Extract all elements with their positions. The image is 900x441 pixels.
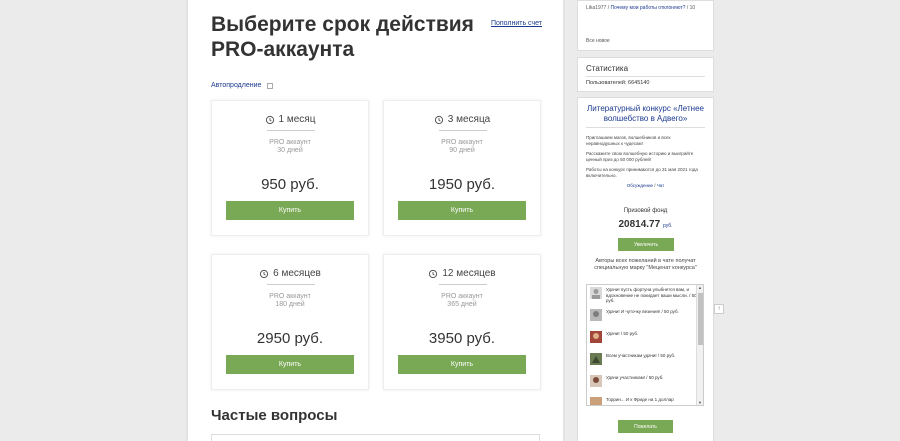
plan-header: 1 месяц: [212, 114, 368, 125]
contest-links: Обсуждение / Чат: [586, 183, 705, 189]
faq-box: [211, 434, 540, 441]
plan-card-6-months: 6 месяцев PRO аккаунт 180 дней 2950 руб. …: [211, 254, 369, 390]
prize-value-row: 20814.77 руб.: [578, 219, 713, 230]
plan-header: 3 месяца: [384, 114, 540, 125]
all-news-link[interactable]: Все новое: [586, 38, 610, 44]
plan-price: 2950 руб.: [256, 330, 324, 347]
scroll-down-icon[interactable]: ▼: [698, 400, 702, 405]
buy-button[interactable]: Купить: [226, 201, 354, 220]
list-item: Торрин... И к Фриде на 1 доллар: [587, 395, 703, 405]
plan-price: 3950 руб.: [428, 330, 496, 347]
separator: /: [654, 183, 656, 188]
sidebar-stats: Статистика Пользователей: 6645140: [577, 57, 714, 92]
plan-subtitle: PRO аккаунт 180 дней: [269, 293, 311, 308]
wish-text: Удачи! пусть фортуна улыбнется вам, и вд…: [606, 287, 697, 303]
sidebar-contest: Литературный конкурс «Летнее волшебство …: [577, 97, 714, 441]
list-item: Удачи! пусть фортуна улыбнется вам, и вд…: [587, 285, 703, 307]
avatar: [590, 397, 602, 405]
plan-duration: 1 месяц: [278, 114, 316, 125]
contest-text-2: Расскажите свою волшебную историю и выиг…: [586, 151, 694, 162]
chat-link[interactable]: Чат: [657, 183, 664, 188]
history-icon: [260, 269, 269, 278]
topup-link[interactable]: Пополнить счет: [491, 20, 542, 27]
separator: /: [686, 5, 689, 11]
plan-price: 950 руб.: [261, 176, 319, 193]
list-item: Удачи участникам! / 50 руб.: [587, 373, 703, 395]
avatar: [590, 309, 602, 321]
divider: [586, 76, 705, 77]
plan-card-12-months: 12 месяцев PRO аккаунт 365 дней 3950 руб.…: [383, 254, 541, 390]
autorenew-checkbox[interactable]: [267, 82, 274, 89]
sidebar-news: Lika1977 / Почему мои работы отклоняют? …: [577, 0, 714, 51]
news-item: Lika1977 / Почему мои работы отклоняют? …: [586, 5, 706, 11]
scroll-to-top-icon[interactable]: ↑: [714, 304, 724, 314]
scrollbar[interactable]: ▲ ▼: [696, 285, 703, 405]
news-link[interactable]: Почему мои работы отклоняют?: [610, 5, 685, 11]
main-content: Выберите срок действия PRO-аккаунта Попо…: [188, 0, 563, 441]
wish-button[interactable]: Пожелать: [618, 420, 673, 433]
divider: [267, 130, 315, 131]
plan-duration: 6 месяцев: [273, 268, 321, 279]
authors-note: Авторы всех пожеланий в чате получат спе…: [594, 258, 697, 271]
news-count: 10: [689, 5, 696, 11]
list-item: Удачи! / 50 руб.: [587, 329, 703, 351]
faq-title: Частые вопросы: [211, 407, 338, 424]
news-author: Lika1977: [586, 5, 607, 11]
buy-button[interactable]: Купить: [226, 355, 354, 374]
plan-price: 1950 руб.: [428, 176, 496, 193]
prize-currency: руб.: [662, 223, 673, 229]
plan-subtitle: PRO аккаунт 90 дней: [441, 139, 483, 154]
divider: [439, 284, 487, 285]
wish-text: Торрин... И к Фриде на 1 доллар: [606, 397, 674, 402]
plan-subtitle: PRO аккаунт 30 дней: [269, 139, 311, 154]
autorenew-label: Автопродление: [211, 82, 262, 89]
avatar: [590, 375, 602, 387]
wish-list[interactable]: Удачи! пусть фортуна улыбнется вам, и вд…: [586, 284, 704, 406]
list-item: Всем участникам удачи! / 50 руб.: [587, 351, 703, 373]
stats-title: Статистика: [586, 64, 629, 73]
wish-text: Удачи! И чуточку везения! / 50 руб.: [606, 309, 679, 314]
plan-card-3-months: 3 месяца PRO аккаунт 90 дней 1950 руб. Ку…: [383, 100, 541, 236]
prize-value: 20814.77: [618, 219, 661, 230]
increase-button[interactable]: Увеличить: [618, 238, 674, 251]
avatar: [590, 287, 602, 299]
autorenew-toggle[interactable]: Автопродление: [211, 82, 274, 89]
history-icon: [429, 269, 438, 278]
avatar: [590, 331, 602, 343]
contest-title: Литературный конкурс «Летнее волшебство …: [587, 104, 704, 123]
wish-text: Всем участникам удачи! / 50 руб.: [606, 353, 676, 358]
divider: [586, 127, 705, 128]
separator: /: [607, 5, 610, 11]
plan-duration: 3 месяца: [447, 114, 491, 125]
contest-text-1: Приглашаем магов, волшебников и всех нер…: [586, 135, 671, 146]
contest-text-3: Работы на конкурс принимаются до 31 мая …: [586, 167, 698, 178]
avatar: [590, 353, 602, 365]
list-item: Удачи! И чуточку везения! / 50 руб.: [587, 307, 703, 329]
page-title: Выберите срок действия PRO-аккаунта: [211, 13, 474, 61]
plan-header: 6 месяцев: [212, 268, 368, 279]
plan-subtitle: PRO аккаунт 365 дней: [441, 293, 483, 308]
buy-button[interactable]: Купить: [398, 201, 526, 220]
history-icon: [265, 115, 274, 124]
scroll-thumb[interactable]: [698, 293, 703, 345]
plan-card-1-month: 1 месяц PRO аккаунт 30 дней 950 руб. Купи…: [211, 100, 369, 236]
plan-header: 12 месяцев: [384, 268, 540, 279]
wish-text: Удачи участникам! / 50 руб.: [606, 375, 664, 380]
divider: [439, 130, 487, 131]
divider: [267, 284, 315, 285]
users-count: Пользователей: 6645140: [586, 80, 650, 86]
plan-duration: 12 месяцев: [442, 268, 496, 279]
prize-label: Призовой фонд: [623, 208, 668, 214]
discussion-link[interactable]: Обсуждение: [627, 183, 653, 188]
scroll-up-icon[interactable]: ▲: [698, 285, 702, 290]
wish-text: Удачи! / 50 руб.: [606, 331, 639, 336]
buy-button[interactable]: Купить: [398, 355, 526, 374]
history-icon: [434, 115, 443, 124]
